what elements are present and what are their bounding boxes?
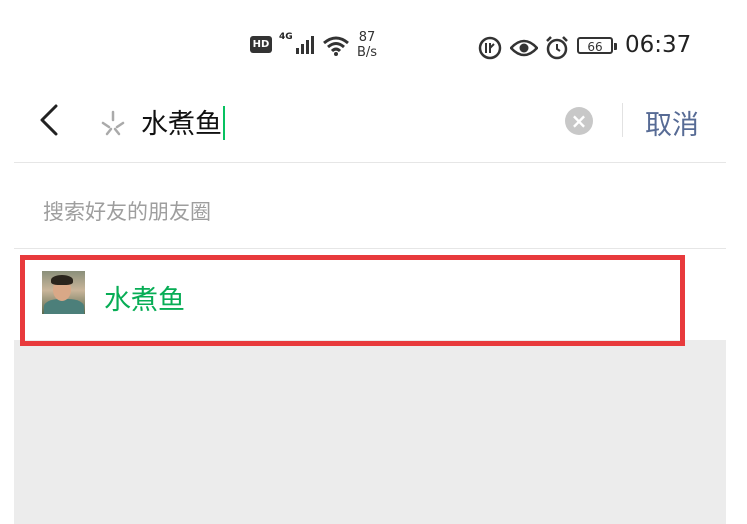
search-query-text: 水煮鱼 — [141, 109, 222, 140]
header-divider-line — [14, 162, 726, 163]
clock: 06:37 — [625, 32, 692, 58]
signal-icon — [290, 36, 318, 54]
alarm-icon — [546, 36, 568, 60]
header-divider — [622, 103, 623, 137]
hd-badge: HD — [250, 36, 272, 53]
search-moments-section-title[interactable]: 搜索好友的朋友圈 — [43, 196, 211, 226]
search-input[interactable]: 水煮鱼 — [141, 102, 225, 141]
highlight-box — [20, 255, 685, 346]
battery-icon: 66 — [577, 37, 617, 54]
status-bar: HD 4G 87 B/s 66 06:37 — [0, 26, 747, 66]
cancel-button[interactable]: 取消 — [645, 103, 699, 142]
network-speed: 87 B/s — [357, 30, 377, 60]
text-caret — [223, 106, 225, 140]
wifi-icon — [323, 36, 349, 56]
section-divider — [14, 248, 726, 249]
speed-unit: B/s — [357, 45, 378, 60]
back-arrow-icon[interactable] — [36, 102, 62, 138]
data-saver-icon — [478, 36, 502, 60]
sparkle-icon — [101, 110, 125, 136]
eye-icon — [510, 39, 538, 57]
left-margin — [0, 0, 14, 524]
right-margin — [726, 0, 747, 524]
speed-value: 87 — [358, 30, 376, 45]
clear-icon[interactable]: × — [565, 107, 593, 135]
